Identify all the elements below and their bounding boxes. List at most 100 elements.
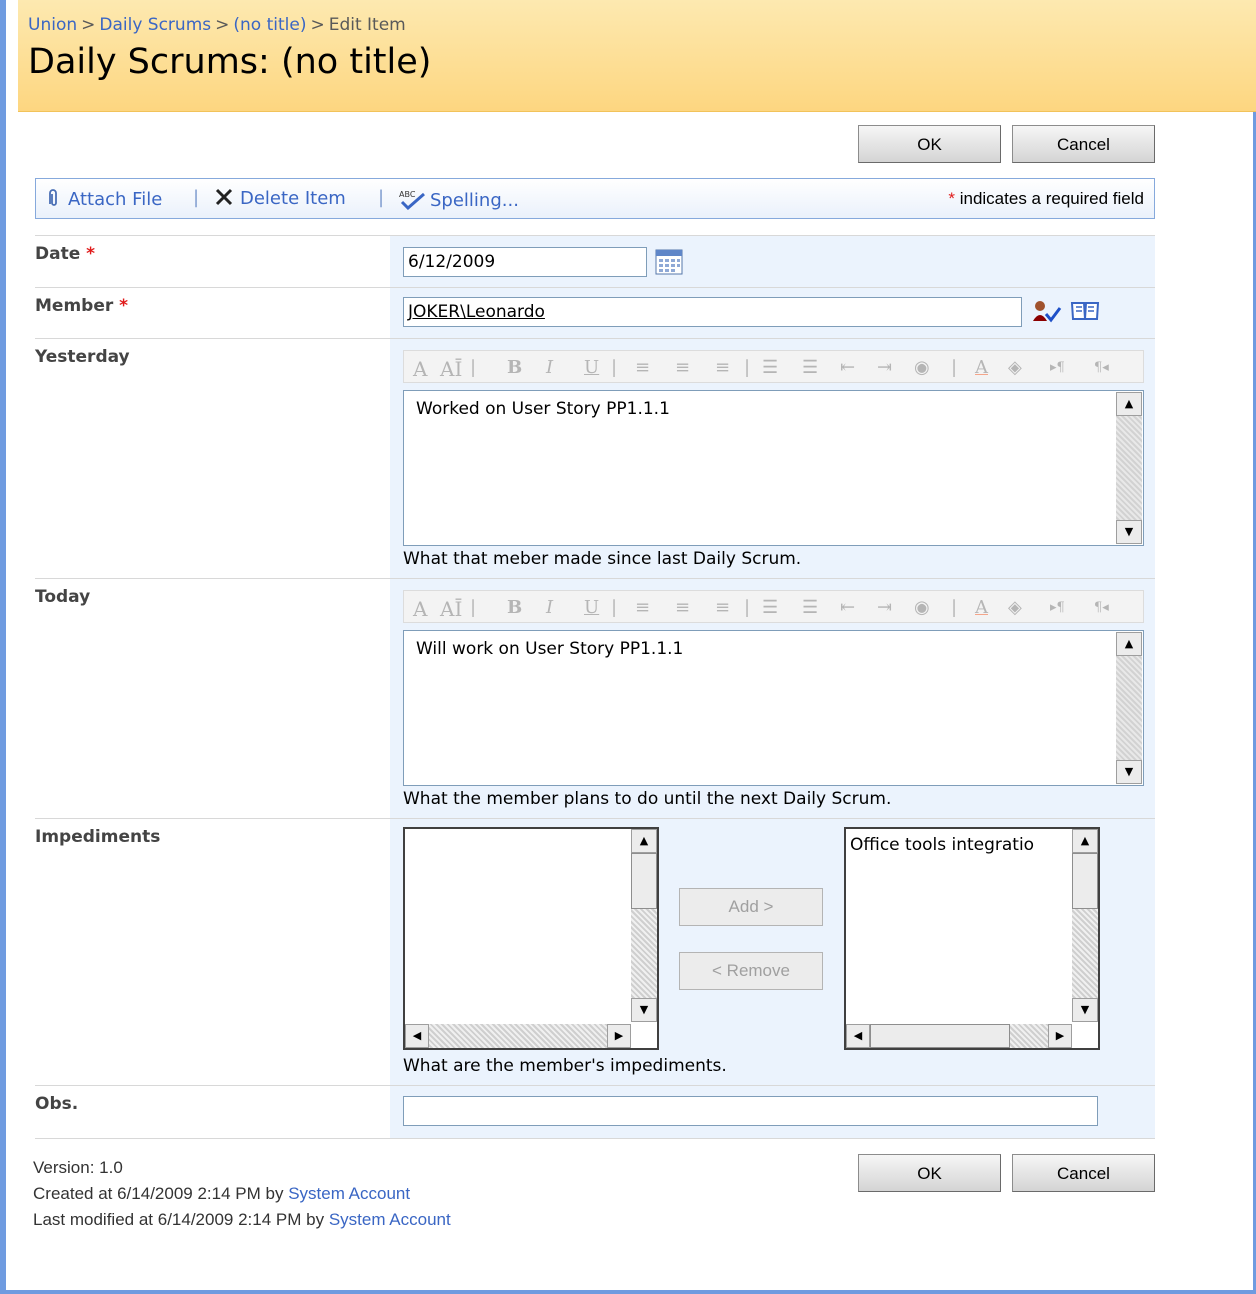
scroll-up-button[interactable]: ▲ [631,829,657,853]
decrease-indent-icon[interactable]: ⇤ [840,597,855,618]
required-star: * [86,244,96,264]
font-size-icon[interactable]: AĪ [440,357,462,381]
hyperlink-icon[interactable]: ◉ [914,357,930,378]
modified-line: Last modified at 6/14/2009 2:14 PM by Sy… [33,1207,451,1233]
italic-icon[interactable]: I [546,357,553,378]
align-right-icon[interactable]: ≡ [715,597,730,618]
created-line: Created at 6/14/2009 2:14 PM by System A… [33,1181,451,1207]
vertical-scrollbar[interactable]: ▲ ▼ [631,829,657,1022]
calendar-icon[interactable] [655,249,683,275]
align-right-icon[interactable]: ≡ [715,357,730,378]
yesterday-textarea[interactable]: Worked on User Story PP1.1.1 ▲ ▼ [403,390,1144,546]
toolbar-divider: | [744,597,751,618]
toolbar-divider: | [611,597,618,618]
font-icon[interactable]: A [413,597,427,621]
toolbar-divider: | [193,187,200,208]
obs-input[interactable] [403,1096,1098,1126]
underline-icon[interactable]: U [584,597,599,618]
scroll-thumb[interactable] [870,1024,1010,1048]
scroll-down-button[interactable]: ▼ [631,998,657,1022]
hyperlink-icon[interactable]: ◉ [914,597,930,618]
breadcrumb-current: Edit Item [328,15,406,35]
spelling-button[interactable]: ABC Spelling... [398,188,519,211]
vertical-scrollbar[interactable]: ▲ ▼ [1072,829,1098,1022]
scroll-up-button[interactable]: ▲ [1072,829,1098,853]
obs-label: Obs. [35,1094,79,1114]
window-frame-left [0,0,6,1294]
cancel-button-bottom[interactable]: Cancel [1012,1154,1155,1192]
address-book-icon[interactable] [1070,299,1100,323]
text-color-icon[interactable]: A [975,597,988,618]
cancel-button-top[interactable]: Cancel [1012,125,1155,163]
scroll-up-button[interactable]: ▲ [1116,632,1142,656]
scroll-up-button[interactable]: ▲ [1116,392,1142,416]
align-left-icon[interactable]: ≡ [635,597,650,618]
today-textarea[interactable]: Will work on User Story PP1.1.1 ▲ ▼ [403,630,1144,786]
numbered-list-icon[interactable]: ☰ [762,597,778,618]
scroll-left-button[interactable]: ◀ [405,1024,429,1048]
align-center-icon[interactable]: ≡ [675,597,690,618]
horizontal-scrollbar[interactable]: ◀ ▶ [846,1024,1072,1048]
bold-icon[interactable]: B [507,357,522,378]
scroll-thumb[interactable] [631,853,657,909]
ok-button-bottom[interactable]: OK [858,1154,1001,1192]
horizontal-scrollbar[interactable]: ◀ ▶ [405,1024,631,1048]
vertical-scrollbar[interactable]: ▲ ▼ [1116,632,1142,784]
rtl-icon[interactable]: ¶◂ [1094,600,1109,615]
background-color-icon[interactable]: ◈ [1008,597,1022,618]
vertical-scrollbar[interactable]: ▲ ▼ [1116,392,1142,544]
date-input[interactable]: 6/12/2009 [403,247,647,277]
attach-file-button[interactable]: Attach File [46,188,162,210]
modified-by-link[interactable]: System Account [329,1210,451,1229]
toolbar-divider: | [378,187,385,208]
available-impediments-listbox[interactable]: ▲ ▼ ◀ ▶ [403,827,659,1050]
svg-text:ABC: ABC [399,190,416,199]
check-names-icon[interactable] [1032,299,1062,323]
delete-item-button[interactable]: Delete Item [214,188,346,209]
italic-icon[interactable]: I [546,597,553,618]
breadcrumb-link-union[interactable]: Union [28,15,77,35]
increase-indent-icon[interactable]: ⇥ [877,597,892,618]
bullet-list-icon[interactable]: ☰ [802,357,818,378]
font-icon[interactable]: A [413,357,427,381]
breadcrumb-link-no-title[interactable]: (no title) [233,15,306,35]
background-color-icon[interactable]: ◈ [1008,357,1022,378]
numbered-list-icon[interactable]: ☰ [762,357,778,378]
member-people-picker[interactable]: JOKER\Leonardo [403,297,1022,327]
scroll-thumb[interactable] [1072,853,1098,909]
rtl-icon[interactable]: ¶◂ [1094,360,1109,375]
font-size-icon[interactable]: AĪ [440,597,462,621]
breadcrumb-link-daily-scrums[interactable]: Daily Scrums [99,15,211,35]
scroll-down-button[interactable]: ▼ [1072,998,1098,1022]
scroll-right-button[interactable]: ▶ [607,1024,631,1048]
spell-check-icon: ABC [399,190,425,211]
ltr-icon[interactable]: ▸¶ [1050,360,1065,375]
scroll-right-button[interactable]: ▶ [1048,1024,1072,1048]
title-area: Union > Daily Scrums > (no title) > Edit Item … [18,0,1256,112]
decrease-indent-icon[interactable]: ⇤ [840,357,855,378]
text-color-icon[interactable]: A [975,357,988,378]
align-center-icon[interactable]: ≡ [675,357,690,378]
scroll-down-button[interactable]: ▼ [1116,760,1142,784]
created-text: Created at 6/14/2009 2:14 PM by [33,1184,284,1203]
bold-icon[interactable]: B [507,597,522,618]
rich-text-toolbar: A AĪ | B I U | ≡ ≡ ≡ | ☰ ☰ ⇤ ⇥ ◉ | A ◈ ▸… [403,350,1144,383]
selected-impediments-listbox[interactable]: Office tools integratio ▲ ▼ ◀ ▶ [844,827,1100,1050]
bullet-list-icon[interactable]: ☰ [802,597,818,618]
scroll-left-button[interactable]: ◀ [846,1024,870,1048]
add-impediment-button[interactable]: Add > [679,888,823,926]
remove-impediment-button[interactable]: < Remove [679,952,823,990]
created-by-link[interactable]: System Account [288,1184,410,1203]
toolbar-divider: | [611,357,618,378]
align-left-icon[interactable]: ≡ [635,357,650,378]
ltr-icon[interactable]: ▸¶ [1050,600,1065,615]
scroll-down-button[interactable]: ▼ [1116,520,1142,544]
increase-indent-icon[interactable]: ⇥ [877,357,892,378]
list-item[interactable]: Office tools integratio [850,835,1034,855]
today-hint: What the member plans to do until the ne… [403,789,892,809]
delete-item-label: Delete Item [240,188,346,209]
impediments-value-cell: ▲ ▼ ◀ ▶ Add > < Remove Office tools inte… [390,819,1155,1086]
underline-icon[interactable]: U [584,357,599,378]
ok-button-top[interactable]: OK [858,125,1001,163]
date-label-text: Date [35,244,81,264]
